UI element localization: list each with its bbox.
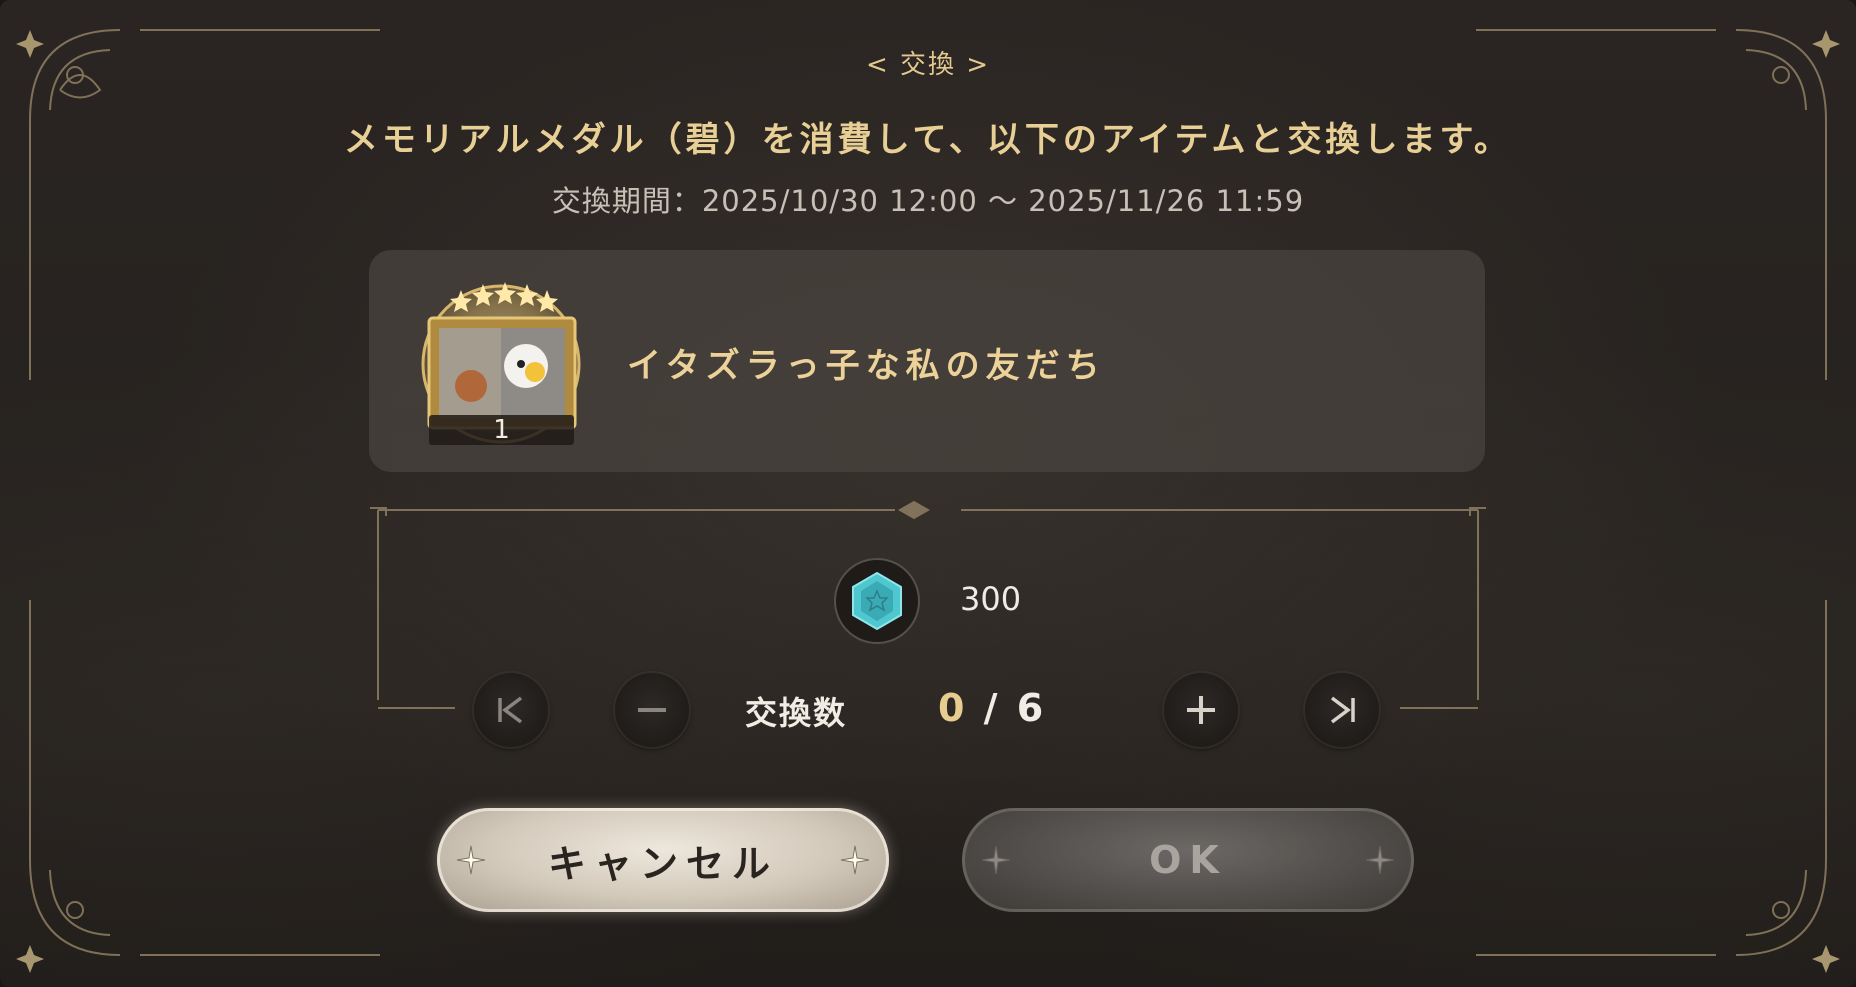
quantity-label: 交換数	[745, 694, 848, 732]
quantity-value: 0 / 6	[938, 686, 1046, 730]
quantity-current: 0	[938, 686, 968, 730]
cancel-button[interactable]: キャンセル	[437, 808, 889, 912]
item-card: 1 イタズラっ子な私の友だち	[369, 250, 1485, 472]
item-count: 1	[429, 415, 574, 445]
plus-icon	[1187, 696, 1215, 724]
decrease-quantity-button[interactable]	[615, 673, 689, 747]
dialog-title: < 交換 >	[865, 50, 991, 80]
quantity-max: 6	[1016, 686, 1047, 730]
sparkle-icon	[456, 845, 486, 875]
exchange-description: メモリアルメダル（碧）を消費して、以下のアイテムと交換します。	[343, 120, 1513, 160]
exchange-dialog: < 交換 > メモリアルメダル（碧）を消費して、以下のアイテムと交換します。 交…	[0, 0, 1856, 987]
increase-quantity-button[interactable]	[1164, 673, 1238, 747]
exchange-period: 交換期間：2025/10/30 12:00 ～ 2025/11/26 11:59	[551, 184, 1305, 218]
ok-label: OK	[1149, 838, 1227, 882]
skip-to-max-icon	[1330, 696, 1355, 724]
sparkle-icon	[981, 845, 1011, 875]
quantity-separator: /	[967, 686, 1017, 730]
min-quantity-button[interactable]	[474, 673, 548, 747]
sparkle-icon	[840, 845, 870, 875]
minus-icon	[638, 708, 666, 712]
max-quantity-button[interactable]	[1305, 673, 1379, 747]
cost-amount: 300	[960, 580, 1022, 618]
sparkle-icon	[1365, 845, 1395, 875]
ok-button[interactable]: OK	[962, 808, 1414, 912]
item-name: イタズラっ子な私の友だち	[627, 346, 1106, 386]
skip-to-min-icon	[498, 696, 523, 724]
cancel-label: キャンセル	[547, 841, 778, 886]
memorial-medal-blue-icon	[834, 558, 920, 644]
